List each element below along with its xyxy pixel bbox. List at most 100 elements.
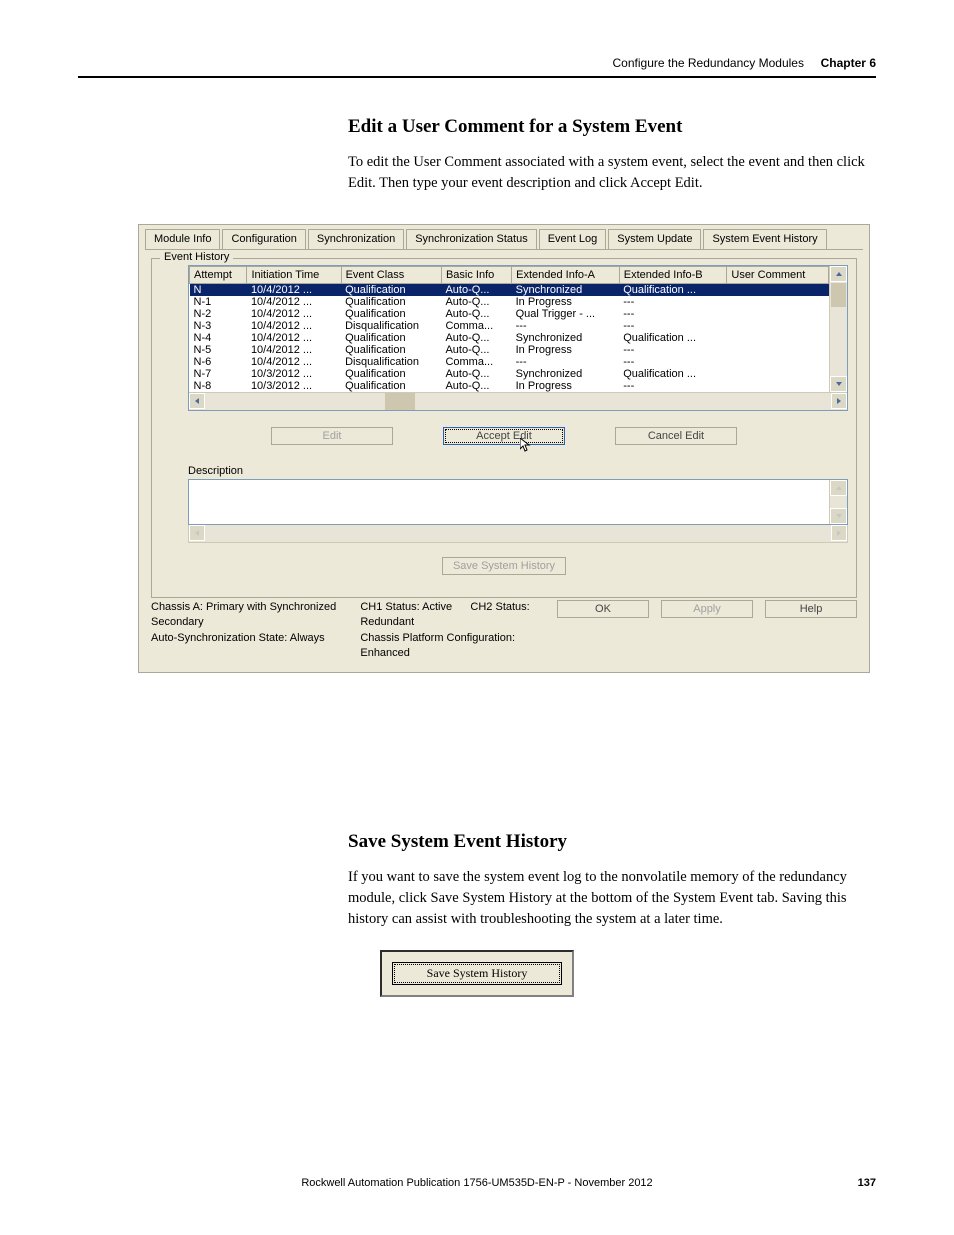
table-cell: Auto-Q... — [441, 332, 511, 344]
table-cell: Qualification ... — [619, 332, 727, 344]
tab-event-log[interactable]: Event Log — [539, 229, 607, 249]
table-cell — [727, 284, 829, 297]
table-cell: N-8 — [190, 380, 247, 392]
scroll-down-icon[interactable] — [830, 376, 847, 392]
save-history-standalone-button[interactable]: Save System History — [392, 962, 562, 985]
help-button[interactable]: Help — [765, 600, 857, 618]
table-row[interactable]: N-610/4/2012 ...DisqualificationComma...… — [190, 356, 829, 368]
table-cell: --- — [512, 356, 620, 368]
event-history-table-wrap: Attempt Initiation Time Event Class Basi… — [188, 265, 848, 411]
table-cell: Auto-Q... — [441, 284, 511, 297]
table-cell: 10/4/2012 ... — [247, 332, 341, 344]
status-ch1: CH1 Status: Active — [360, 601, 452, 613]
col-ext-info-a[interactable]: Extended Info-A — [512, 267, 620, 284]
tab-synchronization[interactable]: Synchronization — [308, 229, 404, 249]
save-history-standalone-screenshot: Save System History — [380, 950, 574, 997]
col-ext-info-b[interactable]: Extended Info-B — [619, 267, 727, 284]
accept-edit-button[interactable]: Accept Edit — [443, 427, 565, 445]
tab-module-info[interactable]: Module Info — [145, 229, 220, 249]
scroll-right-icon[interactable] — [831, 393, 847, 409]
event-history-table[interactable]: Attempt Initiation Time Event Class Basi… — [189, 266, 829, 392]
desc-scroll-left-icon[interactable] — [189, 525, 205, 541]
col-event-class[interactable]: Event Class — [341, 267, 441, 284]
event-history-legend: Event History — [160, 251, 233, 263]
table-cell: --- — [619, 356, 727, 368]
table-cell: 10/3/2012 ... — [247, 380, 341, 392]
table-cell: Qualification — [341, 368, 441, 380]
table-cell: Synchronized — [512, 284, 620, 297]
table-cell: Qualification — [341, 308, 441, 320]
table-cell: Auto-Q... — [441, 308, 511, 320]
table-cell: 10/3/2012 ... — [247, 368, 341, 380]
col-user-comment[interactable]: User Comment — [727, 267, 829, 284]
table-cell: 10/4/2012 ... — [247, 296, 341, 308]
table-cell: In Progress — [512, 344, 620, 356]
table-cell: In Progress — [512, 296, 620, 308]
table-cell: N-4 — [190, 332, 247, 344]
ok-button[interactable]: OK — [557, 600, 649, 618]
section2-heading: Save System Event History — [348, 831, 876, 853]
desc-scroll-right-icon[interactable] — [831, 525, 847, 541]
desc-vertical-scrollbar[interactable] — [829, 480, 847, 524]
table-cell: 10/4/2012 ... — [247, 356, 341, 368]
table-cell: In Progress — [512, 380, 620, 392]
table-cell: 10/4/2012 ... — [247, 344, 341, 356]
page-footer: Rockwell Automation Publication 1756-UM5… — [78, 1177, 876, 1189]
description-textarea[interactable] — [188, 479, 848, 525]
save-system-history-button[interactable]: Save System History — [442, 557, 566, 575]
vertical-scrollbar[interactable] — [829, 266, 847, 392]
scroll-up-icon[interactable] — [830, 266, 847, 282]
table-cell: --- — [512, 320, 620, 332]
table-cell — [727, 344, 829, 356]
table-cell: Synchronized — [512, 332, 620, 344]
desc-horizontal-scrollbar[interactable] — [188, 525, 848, 543]
col-basic-info[interactable]: Basic Info — [441, 267, 511, 284]
table-row[interactable]: N-510/4/2012 ...QualificationAuto-Q...In… — [190, 344, 829, 356]
apply-button[interactable]: Apply — [661, 600, 753, 618]
desc-scroll-down-icon[interactable] — [830, 508, 847, 524]
table-row[interactable]: N-710/3/2012 ...QualificationAuto-Q...Sy… — [190, 368, 829, 380]
table-cell: Disqualification — [341, 320, 441, 332]
description-label: Description — [188, 465, 848, 477]
table-cell: N-1 — [190, 296, 247, 308]
section1-body: To edit the User Comment associated with… — [348, 152, 876, 194]
tab-configuration[interactable]: Configuration — [222, 229, 305, 249]
cancel-edit-button[interactable]: Cancel Edit — [615, 427, 737, 445]
table-row[interactable]: N-810/3/2012 ...QualificationAuto-Q...In… — [190, 380, 829, 392]
tab-system-event-history[interactable]: System Event History — [703, 229, 826, 249]
event-history-group: Event History Attempt Initiation Time Ev… — [151, 258, 857, 598]
section2-body: If you want to save the system event log… — [348, 867, 876, 930]
desc-scroll-up-icon[interactable] — [830, 480, 847, 496]
chapter-label: Chapter 6 — [821, 56, 876, 70]
table-cell: Auto-Q... — [441, 344, 511, 356]
tab-system-update[interactable]: System Update — [608, 229, 701, 249]
table-cell: Qualification — [341, 284, 441, 297]
col-attempt[interactable]: Attempt — [190, 267, 247, 284]
table-cell: Auto-Q... — [441, 368, 511, 380]
table-cell: 10/4/2012 ... — [247, 320, 341, 332]
table-cell: Qualification ... — [619, 368, 727, 380]
scroll-left-icon[interactable] — [189, 393, 205, 409]
horizontal-scrollbar[interactable] — [189, 392, 847, 410]
table-row[interactable]: N10/4/2012 ...QualificationAuto-Q...Sync… — [190, 284, 829, 297]
table-cell: N-3 — [190, 320, 247, 332]
table-cell: N-6 — [190, 356, 247, 368]
page-header: Configure the Redundancy Modules Chapter… — [78, 56, 876, 70]
table-cell: N-5 — [190, 344, 247, 356]
tab-sync-status[interactable]: Synchronization Status — [406, 229, 537, 249]
table-cell: Qualification ... — [619, 284, 727, 297]
status-chassis-a: Chassis A: Primary with Synchronized Sec… — [151, 600, 360, 631]
table-cell — [727, 308, 829, 320]
table-cell — [727, 320, 829, 332]
table-cell: Qualification — [341, 380, 441, 392]
edit-button[interactable]: Edit — [271, 427, 393, 445]
table-cell: Qualification — [341, 332, 441, 344]
table-row[interactable]: N-210/4/2012 ...QualificationAuto-Q...Qu… — [190, 308, 829, 320]
table-row[interactable]: N-410/4/2012 ...QualificationAuto-Q...Sy… — [190, 332, 829, 344]
table-cell: --- — [619, 320, 727, 332]
table-row[interactable]: N-310/4/2012 ...DisqualificationComma...… — [190, 320, 829, 332]
table-cell: --- — [619, 308, 727, 320]
col-initiation-time[interactable]: Initiation Time — [247, 267, 341, 284]
table-cell: Auto-Q... — [441, 380, 511, 392]
table-row[interactable]: N-110/4/2012 ...QualificationAuto-Q...In… — [190, 296, 829, 308]
